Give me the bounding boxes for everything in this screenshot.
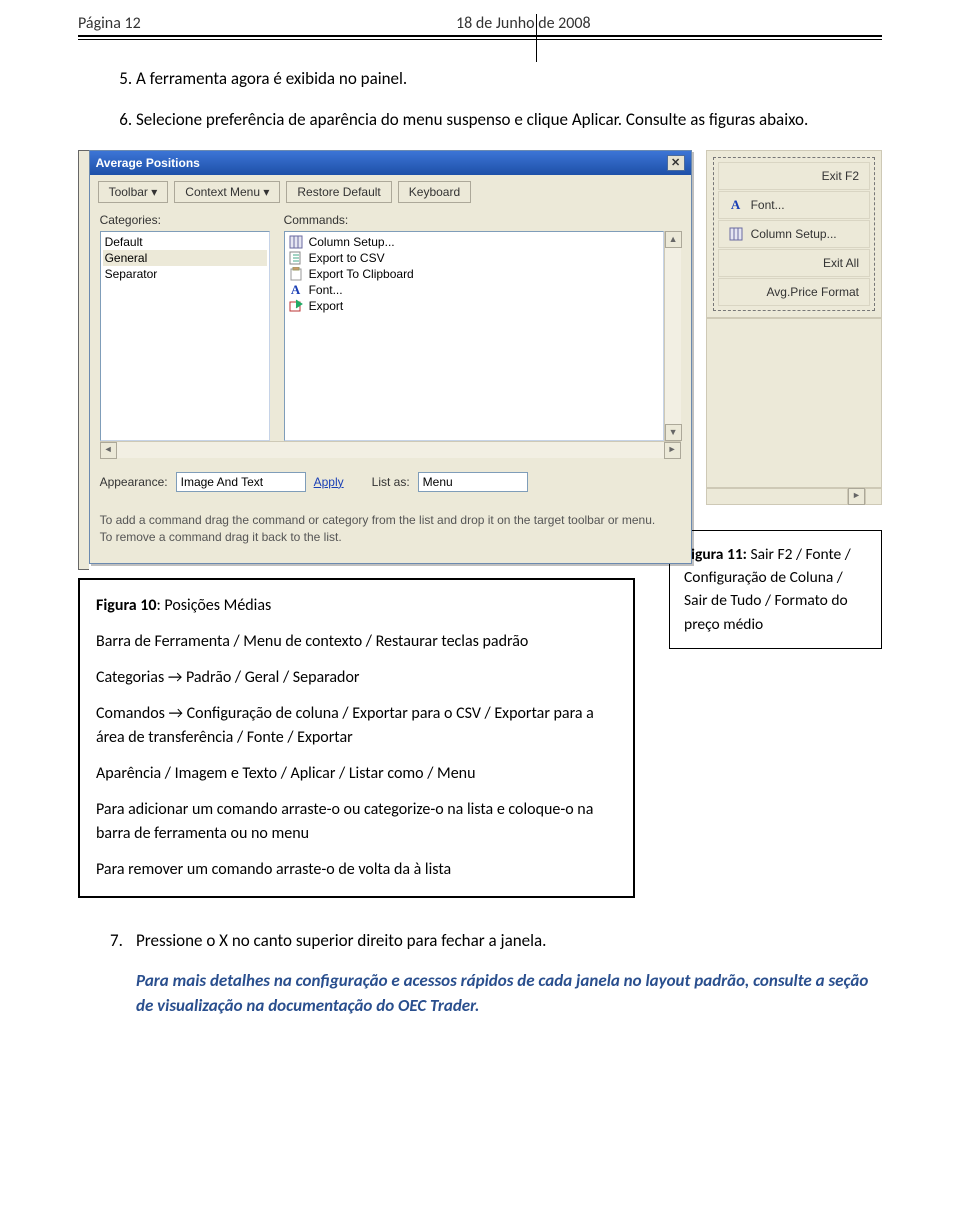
restore-default-button[interactable]: Restore Default bbox=[286, 181, 391, 203]
step-5: A ferramenta agora é exibida no painel. bbox=[136, 68, 882, 91]
toolbar-item[interactable]: Exit All bbox=[718, 249, 870, 277]
appearance-select[interactable]: Image And Text bbox=[176, 472, 306, 492]
arrow-icon: → bbox=[168, 668, 182, 687]
export-clipboard-icon bbox=[289, 267, 303, 281]
step-6: Selecione preferência de aparência do me… bbox=[136, 109, 882, 132]
figure-10-caption: Figura 10: Posições Médias Barra de Ferr… bbox=[78, 578, 635, 898]
list-item[interactable]: A Font... bbox=[287, 282, 661, 298]
dialog-help-text-2: To remove a command drag it back to the … bbox=[100, 529, 681, 546]
context-menu-dropdown[interactable]: Context Menu ▾ bbox=[174, 181, 280, 203]
scroll-down-icon[interactable]: ▼ bbox=[665, 424, 682, 441]
scrollbar-vertical[interactable]: ▲ ▼ bbox=[664, 231, 681, 441]
target-toolbar-dropzone[interactable]: Exit F2 A Font... Column Setup... Exit A… bbox=[713, 157, 875, 311]
scroll-left-icon[interactable]: ◄ bbox=[100, 442, 117, 459]
average-positions-dialog: Average Positions ✕ Toolbar ▾ Context Me… bbox=[89, 150, 692, 565]
header-rule-thin bbox=[78, 39, 882, 40]
arrow-icon: → bbox=[169, 704, 183, 723]
scroll-right-icon[interactable]: ► bbox=[848, 488, 865, 505]
chevron-down-icon: ▾ bbox=[151, 185, 157, 199]
chevron-down-icon: ▾ bbox=[263, 185, 269, 199]
dialog-help-text-1: To add a command drag the command or cat… bbox=[100, 512, 681, 529]
list-item[interactable]: Export bbox=[287, 298, 661, 314]
export-icon bbox=[289, 299, 303, 313]
list-item[interactable]: Default bbox=[103, 234, 267, 250]
font-icon: A bbox=[289, 283, 303, 297]
appearance-label: Appearance: bbox=[100, 475, 168, 489]
header-divider-vertical bbox=[536, 14, 537, 62]
apply-link[interactable]: Apply bbox=[314, 475, 344, 489]
close-icon[interactable]: ✕ bbox=[667, 155, 685, 171]
dialog-title: Average Positions bbox=[96, 156, 200, 170]
list-as-label: List as: bbox=[372, 475, 410, 489]
commands-label: Commands: bbox=[284, 213, 681, 227]
figure-11-caption: Figura 11: Sair F2 / Fonte / Configuraçã… bbox=[669, 530, 882, 649]
final-note: Para mais detalhes na configuração e ace… bbox=[78, 969, 882, 1018]
page-number: Página 12 bbox=[78, 14, 456, 33]
page-date: 18 de Junho de 2008 bbox=[456, 14, 882, 33]
categories-listbox[interactable]: Default General Separator bbox=[100, 231, 270, 441]
scrollbar-horizontal[interactable]: ◄ ► bbox=[100, 441, 681, 458]
toolbar-item[interactable]: Column Setup... bbox=[718, 220, 870, 248]
scroll-right-icon[interactable]: ► bbox=[664, 442, 681, 459]
step-7: 7.Pressione o X no canto superior direit… bbox=[78, 930, 882, 951]
toolbar-item[interactable]: Exit F2 bbox=[718, 162, 870, 190]
column-setup-icon bbox=[289, 235, 303, 249]
commands-listbox[interactable]: Column Setup... Export to CSV bbox=[284, 231, 664, 441]
list-item[interactable]: Export to CSV bbox=[287, 250, 661, 266]
list-item[interactable]: General bbox=[103, 250, 267, 266]
scroll-up-icon[interactable]: ▲ bbox=[665, 231, 682, 248]
header-rule-thick bbox=[78, 35, 882, 37]
list-item[interactable]: Separator bbox=[103, 266, 267, 282]
list-as-select[interactable]: Menu bbox=[418, 472, 528, 492]
list-item[interactable]: Export To Clipboard bbox=[287, 266, 661, 282]
keyboard-button[interactable]: Keyboard bbox=[398, 181, 471, 203]
toolbar-item[interactable]: A Font... bbox=[718, 191, 870, 219]
list-item[interactable]: Column Setup... bbox=[287, 234, 661, 250]
categories-label: Categories: bbox=[100, 213, 270, 227]
column-setup-icon bbox=[729, 227, 743, 241]
font-icon: A bbox=[729, 198, 743, 212]
toolbar-dropdown[interactable]: Toolbar ▾ bbox=[98, 181, 169, 203]
toolbar-item[interactable]: Avg.Price Format bbox=[718, 278, 870, 306]
export-csv-icon bbox=[289, 251, 303, 265]
